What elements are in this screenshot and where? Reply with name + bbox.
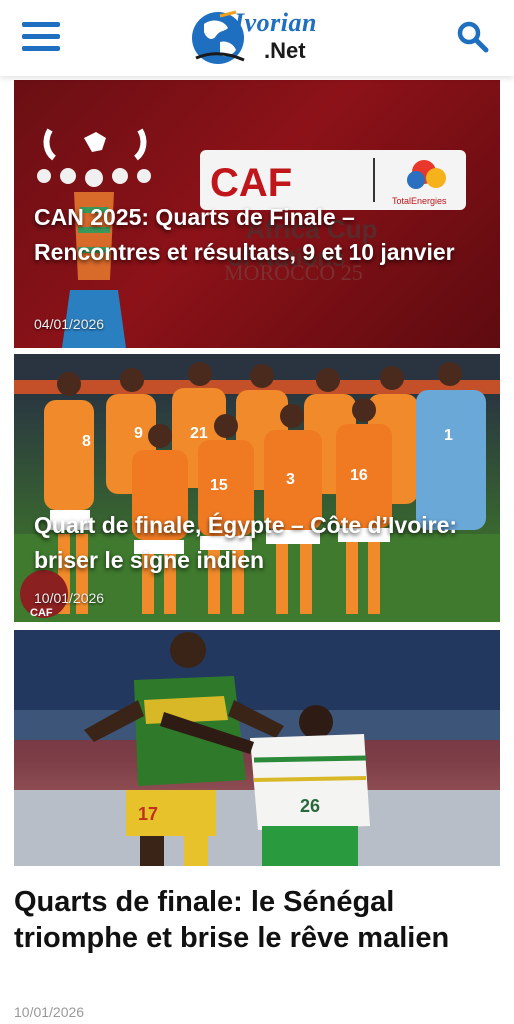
article-card-can-2025[interactable]: CAF TotalEnergies Africa Cup of Nations … [14,80,500,348]
article-card-egypte-cote-ivoire[interactable]: 8 9 21 3 1 15 16 CAF Quart de finale, Ég… [14,354,500,622]
jersey-number: 16 [350,467,368,484]
menu-line [22,46,60,51]
article-date: 10/01/2026 [34,590,105,606]
article-title[interactable]: Quarts de finale: le Sénégal triomphe et… [14,884,500,956]
caf-board-text: CAF [210,161,292,205]
search-icon [457,21,489,53]
search-button[interactable] [456,20,490,54]
jersey-number: 26 [300,796,320,816]
article-title[interactable]: Quart de finale, Égypte – Côte d’Ivoire:… [34,508,494,578]
senegal-mali-match-photo: 17 26 [14,630,500,866]
jersey-number: 8 [82,433,91,450]
top-bar: Ivorian .Net [0,0,514,76]
jersey-number: 15 [210,477,228,494]
logo-text-net: .Net [264,38,306,63]
menu-line [22,34,60,39]
ivory-coast-team-photo: 8 9 21 3 1 15 16 CAF [14,354,500,622]
caf-badge-text: CAF [30,607,53,619]
article-date: 10/01/2026 [14,1004,85,1020]
logo-text-ivorian: Ivorian [234,8,317,37]
jersey-number: 1 [444,427,453,444]
menu-line [22,22,60,27]
jersey-number: 17 [138,804,158,824]
article-date: 04/01/2026 [34,316,105,332]
jersey-number: 3 [286,471,295,488]
hamburger-menu-button[interactable] [22,22,60,54]
article-title[interactable]: CAN 2025: Quarts de Finale – Rencontres … [34,200,474,270]
jersey-number: 9 [134,425,143,442]
site-logo[interactable]: Ivorian .Net [190,6,330,70]
jersey-number: 21 [190,425,208,442]
article-card-senegal-mali[interactable]: 17 26 [14,630,500,866]
